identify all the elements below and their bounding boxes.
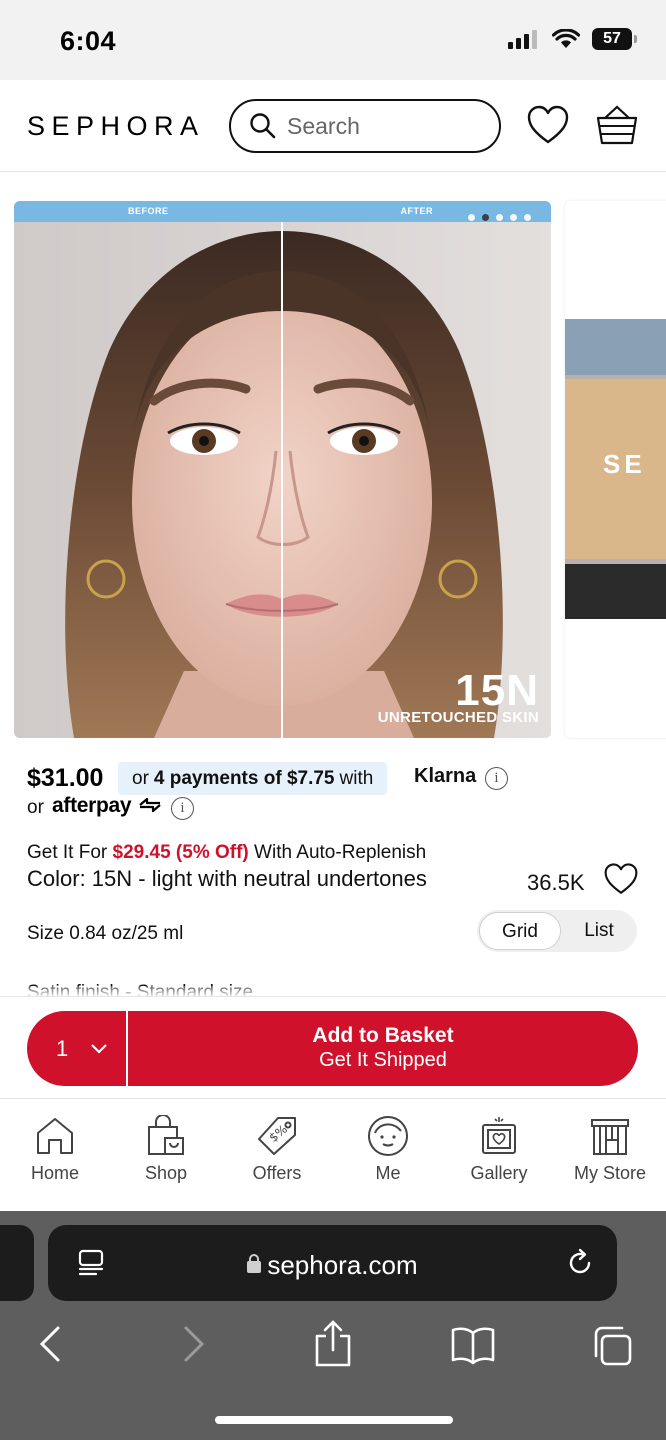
nav-home[interactable]: Home — [5, 1115, 105, 1184]
nav-my-store[interactable]: My Store — [560, 1115, 660, 1184]
nav-gallery-label: Gallery — [470, 1163, 528, 1183]
reload-icon[interactable] — [565, 1248, 595, 1278]
afterpay-brand: afterpay — [52, 794, 132, 817]
afterpay-arrows-icon — [139, 797, 161, 813]
klarna-offer[interactable]: or 4 payments of $7.75 with — [118, 762, 388, 795]
nav-offers[interactable]: $% Offers — [227, 1115, 327, 1184]
shipping-method-label: Get It Shipped — [319, 1049, 447, 1071]
model-face-illustration — [14, 201, 551, 738]
browser-tools — [0, 1319, 666, 1379]
add-to-basket-bar: 1 Add to Basket Get It Shipped — [0, 996, 666, 1100]
gallery-icon — [482, 1117, 516, 1154]
product-size: Size 0.84 oz/25 ml — [27, 923, 184, 944]
search-placeholder: Search — [287, 112, 360, 139]
status-time: 6:04 — [60, 26, 117, 56]
address-bar[interactable]: sephora.com — [48, 1225, 617, 1301]
grid-list-toggle[interactable]: Grid List — [477, 910, 637, 952]
basket-icon[interactable] — [595, 103, 639, 147]
selected-color: Color: 15N - light with neutral underton… — [27, 866, 427, 891]
grid-view-option[interactable]: Grid — [479, 912, 561, 950]
carousel-dot[interactable] — [468, 214, 475, 221]
previous-tab-stub[interactable] — [0, 1225, 34, 1301]
afterpay-info-icon[interactable]: i — [171, 797, 194, 820]
before-after-image[interactable]: BEFORE AFTER 15N UNRETOUCHED SKIN — [14, 201, 551, 738]
nav-my-store-label: My Store — [573, 1163, 647, 1183]
nav-home-label: Home — [30, 1163, 79, 1183]
nav-shop[interactable]: Shop — [116, 1115, 216, 1184]
love-heart-icon[interactable] — [603, 862, 639, 896]
product-image-carousel[interactable]: BEFORE AFTER 15N UNRETOUCHED SKIN SE — [0, 172, 666, 750]
next-slide-text: SE — [603, 449, 646, 479]
replenish-sale-price: $29.45 (5% Off) — [112, 842, 249, 863]
carousel-dot[interactable] — [496, 214, 503, 221]
tabs-icon[interactable] — [592, 1319, 636, 1369]
loves-count: 36.5K — [527, 870, 585, 895]
nav-gallery[interactable]: Gallery — [449, 1115, 549, 1184]
carousel-dot[interactable] — [524, 214, 531, 221]
nav-offers-label: Offers — [252, 1163, 302, 1183]
me-face-icon — [368, 1116, 408, 1156]
add-to-basket-button[interactable]: Add to Basket Get It Shipped — [128, 1011, 638, 1086]
unretouched-caption: UNRETOUCHED SKIN — [377, 709, 539, 726]
signal-icon — [508, 30, 537, 49]
bottom-nav: Home Shop $% Offers Me Gallery My Store — [0, 1098, 666, 1211]
replenish-suffix: With Auto-Replenish — [254, 842, 427, 863]
klarna-suffix: with — [339, 767, 374, 789]
lock-icon — [247, 1254, 262, 1273]
klarna-payments: 4 payments of $7.75 — [153, 767, 335, 789]
replenish-prefix: Get It For — [27, 842, 108, 863]
wifi-icon — [552, 29, 580, 48]
product-price: $31.00 — [27, 764, 104, 792]
battery-icon: 57 — [592, 28, 637, 50]
carousel-dot-active[interactable] — [482, 214, 489, 221]
klarna-logo: Klarna — [414, 765, 477, 787]
home-indicator[interactable] — [215, 1416, 453, 1424]
list-view-option[interactable]: List — [563, 910, 635, 952]
site-header: SEPHORA Search — [0, 80, 666, 172]
chevron-down-icon — [91, 1043, 108, 1054]
nav-me[interactable]: Me — [338, 1115, 438, 1184]
forward-icon[interactable] — [180, 1319, 208, 1369]
auto-replenish-offer[interactable]: Get It For $29.45 (5% Off) With Auto-Rep… — [27, 842, 426, 864]
search-input[interactable]: Search — [229, 99, 501, 153]
next-slide-strip — [565, 319, 666, 375]
status-icons: 57 — [508, 28, 637, 50]
quantity-value: 1 — [56, 1035, 69, 1061]
bookmarks-icon[interactable] — [450, 1319, 496, 1369]
home-icon — [37, 1118, 73, 1154]
url-text: sephora.com — [267, 1250, 418, 1280]
nav-me-label: Me — [375, 1163, 401, 1183]
status-bar: 6:04 57 — [0, 0, 666, 80]
quantity-select[interactable]: 1 — [27, 1011, 127, 1086]
url-display[interactable]: sephora.com — [48, 1250, 617, 1281]
heart-icon[interactable] — [526, 104, 570, 146]
before-label: BEFORE — [127, 206, 169, 216]
sephora-logo[interactable]: SEPHORA — [27, 111, 205, 142]
search-icon — [250, 113, 276, 139]
carousel-dots[interactable] — [468, 214, 531, 221]
store-icon — [591, 1119, 629, 1155]
shop-bag-icon — [148, 1115, 184, 1155]
afterpay-prefix: or — [27, 797, 44, 818]
add-to-basket-label: Add to Basket — [312, 1024, 454, 1047]
nav-shop-label: Shop — [144, 1163, 188, 1183]
carousel-dot[interactable] — [510, 214, 517, 221]
klarna-prefix: or — [132, 767, 149, 789]
klarna-info-icon[interactable]: i — [485, 767, 508, 790]
next-slide-photo: SE — [565, 319, 666, 619]
afterpay-logo: afterpay — [52, 794, 163, 818]
next-slide-preview[interactable]: SE — [565, 201, 666, 738]
back-icon[interactable] — [36, 1319, 64, 1369]
share-icon[interactable] — [313, 1319, 353, 1369]
browser-toolbar: sephora.com — [0, 1211, 666, 1440]
next-slide-dark — [565, 564, 666, 619]
offers-tag-icon: $% — [258, 1117, 296, 1155]
